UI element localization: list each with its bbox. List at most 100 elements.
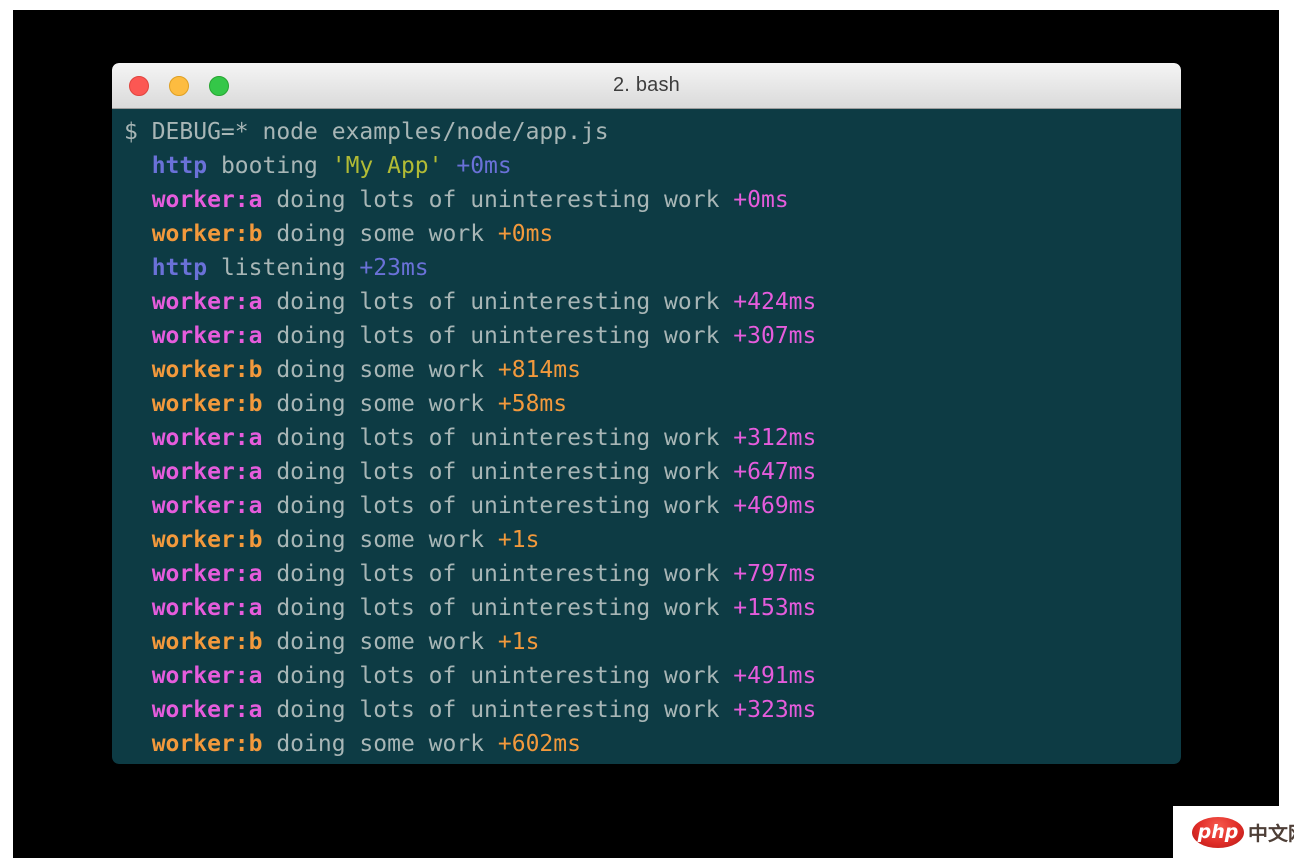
terminal-line: $ DEBUG=* node examples/node/app.js (124, 115, 1173, 149)
log-namespace: worker:a (152, 289, 263, 315)
log-segment: +602ms (498, 731, 581, 757)
terminal-line: worker:a doing lots of uninteresting wor… (124, 557, 1173, 591)
log-segment: +312ms (733, 425, 816, 451)
traffic-lights (129, 63, 229, 108)
log-namespace: worker:a (152, 323, 263, 349)
log-segment: +1s (498, 629, 540, 655)
log-segment: doing some work (262, 629, 497, 655)
log-segment: doing lots of uninteresting work (262, 493, 733, 519)
log-segment (124, 595, 152, 621)
log-namespace: worker:a (152, 697, 263, 723)
log-segment: +797ms (733, 561, 816, 587)
log-segment (124, 663, 152, 689)
log-segment: doing lots of uninteresting work (262, 425, 733, 451)
terminal-line: worker:a doing lots of uninteresting wor… (124, 455, 1173, 489)
log-segment (124, 493, 152, 519)
log-segment: doing some work (262, 221, 497, 247)
terminal-line: worker:a doing lots of uninteresting wor… (124, 421, 1173, 455)
log-segment (124, 459, 152, 485)
log-segment: doing some work (262, 357, 497, 383)
log-segment: +323ms (733, 697, 816, 723)
log-segment: +469ms (733, 493, 816, 519)
black-backdrop: 2. bash $ DEBUG=* node examples/node/app… (13, 10, 1279, 858)
minimize-button-icon[interactable] (169, 76, 189, 96)
log-segment (124, 255, 152, 281)
log-segment (124, 357, 152, 383)
terminal-line: worker:b doing some work +58ms (124, 387, 1173, 421)
log-namespace: worker:b (152, 527, 263, 553)
watermark-site-name: 中文网 (1248, 819, 1294, 846)
log-segment (443, 153, 457, 179)
log-segment: doing lots of uninteresting work (262, 459, 733, 485)
log-namespace: worker:b (152, 629, 263, 655)
terminal-line: worker:a doing lots of uninteresting wor… (124, 489, 1173, 523)
terminal-line: worker:a doing lots of uninteresting wor… (124, 285, 1173, 319)
terminal-line: worker:a doing lots of uninteresting wor… (124, 693, 1173, 727)
log-segment: +23ms (359, 255, 428, 281)
log-segment: doing lots of uninteresting work (262, 289, 733, 315)
log-segment (124, 731, 152, 757)
log-namespace: http (152, 153, 207, 179)
log-segment (124, 187, 152, 213)
log-segment: +0ms (456, 153, 511, 179)
terminal-window: 2. bash $ DEBUG=* node examples/node/app… (112, 63, 1181, 764)
log-namespace: worker:a (152, 459, 263, 485)
log-segment: +491ms (733, 663, 816, 689)
log-segment (124, 425, 152, 451)
terminal-line: worker:b doing some work +814ms (124, 353, 1173, 387)
watermark: php 中文网 (1173, 806, 1294, 858)
log-namespace: worker:a (152, 425, 263, 451)
log-segment: +58ms (498, 391, 567, 417)
log-namespace: worker:a (152, 663, 263, 689)
terminal-line: worker:b doing some work +602ms (124, 727, 1173, 761)
log-segment (124, 391, 152, 417)
log-segment: +307ms (733, 323, 816, 349)
php-logo-icon: php (1192, 817, 1244, 848)
terminal-line: worker:a doing lots of uninteresting wor… (124, 183, 1173, 217)
log-segment: 'My App' (332, 153, 443, 179)
zoom-button-icon[interactable] (209, 76, 229, 96)
terminal-line: worker:a doing lots of uninteresting wor… (124, 319, 1173, 353)
window-titlebar[interactable]: 2. bash (112, 63, 1181, 109)
log-segment: listening (207, 255, 359, 281)
log-segment: doing lots of uninteresting work (262, 323, 733, 349)
log-segment: doing lots of uninteresting work (262, 187, 733, 213)
log-segment (124, 561, 152, 587)
log-namespace: worker:b (152, 391, 263, 417)
log-segment: doing lots of uninteresting work (262, 663, 733, 689)
terminal-line: worker:b doing some work +1s (124, 625, 1173, 659)
log-namespace: worker:b (152, 221, 263, 247)
terminal-line: worker:b doing some work +1s (124, 523, 1173, 557)
log-segment: booting (207, 153, 332, 179)
php-logo-text: php (1198, 821, 1239, 843)
log-namespace: worker:a (152, 493, 263, 519)
log-segment: +0ms (733, 187, 788, 213)
log-segment: doing lots of uninteresting work (262, 697, 733, 723)
window-title: 2. bash (613, 74, 680, 97)
log-segment: doing some work (262, 731, 497, 757)
terminal-screen[interactable]: $ DEBUG=* node examples/node/app.js http… (112, 109, 1181, 764)
log-segment (124, 527, 152, 553)
log-segment: doing some work (262, 527, 497, 553)
log-segment: +647ms (733, 459, 816, 485)
log-namespace: worker:b (152, 357, 263, 383)
log-segment: +814ms (498, 357, 581, 383)
log-segment: doing some work (262, 391, 497, 417)
log-segment: $ DEBUG=* node examples/node/app.js (124, 119, 609, 145)
log-segment: +424ms (733, 289, 816, 315)
terminal-line: http booting 'My App' +0ms (124, 149, 1173, 183)
terminal-line: worker:a doing lots of uninteresting wor… (124, 591, 1173, 625)
terminal-line: http listening +23ms (124, 251, 1173, 285)
log-namespace: worker:a (152, 561, 263, 587)
log-namespace: worker:a (152, 595, 263, 621)
log-segment (124, 323, 152, 349)
close-button-icon[interactable] (129, 76, 149, 96)
log-segment (124, 153, 152, 179)
log-segment: +153ms (733, 595, 816, 621)
log-segment: +0ms (498, 221, 553, 247)
log-segment (124, 629, 152, 655)
log-namespace: worker:b (152, 731, 263, 757)
log-namespace: http (152, 255, 207, 281)
log-segment: doing lots of uninteresting work (262, 561, 733, 587)
log-segment (124, 221, 152, 247)
